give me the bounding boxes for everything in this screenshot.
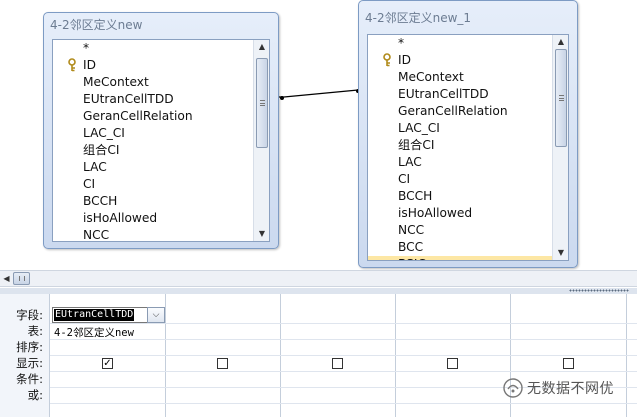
watermark-text: 无数据不网优 bbox=[527, 381, 614, 397]
field-item-label: EUtranCellTDD bbox=[83, 92, 174, 106]
field-item[interactable]: BCCH bbox=[368, 188, 552, 205]
query-relationships-pane: 4-2邻区定义new * ID MeContext EUtranCellTDD Gera… bbox=[0, 0, 637, 270]
row-label-sort: 排序: bbox=[16, 340, 43, 354]
field-item-label: ID bbox=[398, 53, 411, 67]
field-item-label: NCC bbox=[398, 223, 425, 237]
row-label-table: 表: bbox=[27, 324, 43, 338]
show-checkbox-column-5[interactable] bbox=[563, 358, 574, 369]
field-list-2[interactable]: * ID MeContext EUtranCellTDD GeranCellRelati… bbox=[367, 34, 569, 261]
field-list-1-items: * ID MeContext EUtranCellTDD GeranCellRelati… bbox=[53, 40, 253, 241]
field-item[interactable]: isHoAllowed bbox=[368, 205, 552, 222]
field-item-label: isHoAllowed bbox=[83, 211, 158, 225]
field-item[interactable]: * bbox=[53, 40, 253, 57]
field-item[interactable]: MeContext bbox=[368, 69, 552, 86]
show-checkbox-column-4[interactable] bbox=[447, 358, 458, 369]
field-item[interactable]: BCCH bbox=[53, 193, 253, 210]
field-list-1[interactable]: * ID MeContext EUtranCellTDD GeranCellRelati… bbox=[52, 39, 270, 242]
field-item-label: BCC bbox=[398, 240, 424, 254]
field-item[interactable]: CI bbox=[53, 176, 253, 193]
field-item[interactable]: isHoAllowed bbox=[53, 210, 253, 227]
field-item-label: BSIC bbox=[398, 257, 426, 260]
field-item[interactable]: ID bbox=[53, 57, 253, 74]
field-item[interactable]: MeContext bbox=[53, 74, 253, 91]
field-item[interactable]: CI bbox=[368, 171, 552, 188]
field-item[interactable]: BCC bbox=[368, 239, 552, 256]
splitter-grip[interactable] bbox=[569, 289, 629, 292]
field-item[interactable]: ID bbox=[368, 52, 552, 69]
chevron-down-icon[interactable]: ⌵ bbox=[147, 307, 165, 323]
primary-key-icon bbox=[383, 53, 391, 67]
show-checkbox-column-2[interactable] bbox=[217, 358, 228, 369]
field-item[interactable]: NCC bbox=[53, 227, 253, 241]
row-label-or: 或: bbox=[27, 388, 43, 402]
wechat-logo-icon bbox=[503, 378, 523, 398]
table-window-1[interactable]: 4-2邻区定义new * ID MeContext EUtranCellTDD Gera… bbox=[43, 12, 279, 249]
watermark: 无数据不网优 bbox=[503, 377, 614, 399]
field-item-label: * bbox=[398, 36, 405, 50]
field-item-label: LAC_CI bbox=[83, 126, 125, 140]
horizontal-scrollbar[interactable]: ◀ bbox=[0, 270, 637, 287]
field-list-2-scrollbar[interactable]: ▲ ▼ bbox=[552, 35, 568, 260]
field-item[interactable]: LAC_CI bbox=[368, 120, 552, 137]
field-item-label: LAC_CI bbox=[398, 121, 440, 135]
table-window-2[interactable]: 4-2邻区定义new_1 * ID MeContext EUtranCellTDD Ge… bbox=[358, 0, 578, 268]
field-item-label: GeranCellRelation bbox=[398, 104, 508, 118]
field-item-label: BCCH bbox=[83, 194, 118, 208]
field-item[interactable]: GeranCellRelation bbox=[53, 108, 253, 125]
scrollbar-thumb[interactable] bbox=[555, 49, 567, 147]
field-item[interactable]: NCC bbox=[368, 222, 552, 239]
field-item-label: * bbox=[83, 41, 90, 55]
grid-row-labels: 字段: 表: 排序: 显示: 条件: 或: bbox=[0, 294, 50, 417]
scrollbar-thumb[interactable] bbox=[256, 58, 268, 148]
scroll-up-arrow-icon[interactable]: ▲ bbox=[553, 35, 568, 49]
field-list-1-scrollbar[interactable]: ▲ ▼ bbox=[253, 40, 269, 241]
field-item[interactable]: EUtranCellTDD bbox=[53, 91, 253, 108]
field-item[interactable]: BSIC bbox=[368, 256, 552, 260]
table-cell-column-1[interactable]: 4-2邻区定义new bbox=[54, 325, 134, 340]
field-item-label: EUtranCellTDD bbox=[398, 87, 489, 101]
row-label-show: 显示: bbox=[16, 356, 43, 370]
scroll-down-arrow-icon[interactable]: ▼ bbox=[553, 246, 568, 260]
field-item[interactable]: LAC bbox=[368, 154, 552, 171]
field-item-label: ID bbox=[83, 58, 96, 72]
field-item-label: isHoAllowed bbox=[398, 206, 473, 220]
field-item-label: MeContext bbox=[398, 70, 464, 84]
field-item[interactable]: * bbox=[368, 35, 552, 52]
field-item-label: 组合CI bbox=[83, 143, 120, 157]
field-item-label: LAC bbox=[83, 160, 107, 174]
field-item[interactable]: LAC bbox=[53, 159, 253, 176]
field-item[interactable]: 组合CI bbox=[53, 142, 253, 159]
field-item-label: 组合CI bbox=[398, 138, 435, 152]
show-checkbox-column-3[interactable] bbox=[332, 358, 343, 369]
field-item[interactable]: EUtranCellTDD bbox=[368, 86, 552, 103]
field-item-label: LAC bbox=[398, 155, 422, 169]
field-item-label: MeContext bbox=[83, 75, 149, 89]
field-item[interactable]: GeranCellRelation bbox=[368, 103, 552, 120]
scroll-up-arrow-icon[interactable]: ▲ bbox=[254, 40, 269, 54]
field-item-label: CI bbox=[398, 172, 411, 186]
scroll-left-arrow-icon[interactable]: ◀ bbox=[0, 271, 13, 286]
table-window-2-title[interactable]: 4-2邻区定义new_1 bbox=[365, 6, 471, 30]
field-item-label: CI bbox=[83, 177, 96, 191]
scroll-down-arrow-icon[interactable]: ▼ bbox=[254, 227, 269, 241]
field-item[interactable]: LAC_CI bbox=[53, 125, 253, 142]
primary-key-icon bbox=[68, 58, 76, 72]
field-item-label: NCC bbox=[83, 228, 110, 241]
field-select-value: EUtranCellTDD bbox=[54, 309, 135, 321]
row-label-field: 字段: bbox=[16, 308, 43, 322]
field-item-label: GeranCellRelation bbox=[83, 109, 193, 123]
field-item-label: BCCH bbox=[398, 189, 433, 203]
field-list-2-items: * ID MeContext EUtranCellTDD GeranCellRelati… bbox=[368, 35, 552, 260]
table-window-1-title[interactable]: 4-2邻区定义new bbox=[50, 13, 142, 37]
row-label-criteria: 条件: bbox=[16, 372, 43, 386]
field-item[interactable]: 组合CI bbox=[368, 137, 552, 154]
show-checkbox-column-1[interactable]: ✓ bbox=[102, 358, 113, 369]
horizontal-scrollbar-thumb[interactable] bbox=[13, 272, 30, 285]
